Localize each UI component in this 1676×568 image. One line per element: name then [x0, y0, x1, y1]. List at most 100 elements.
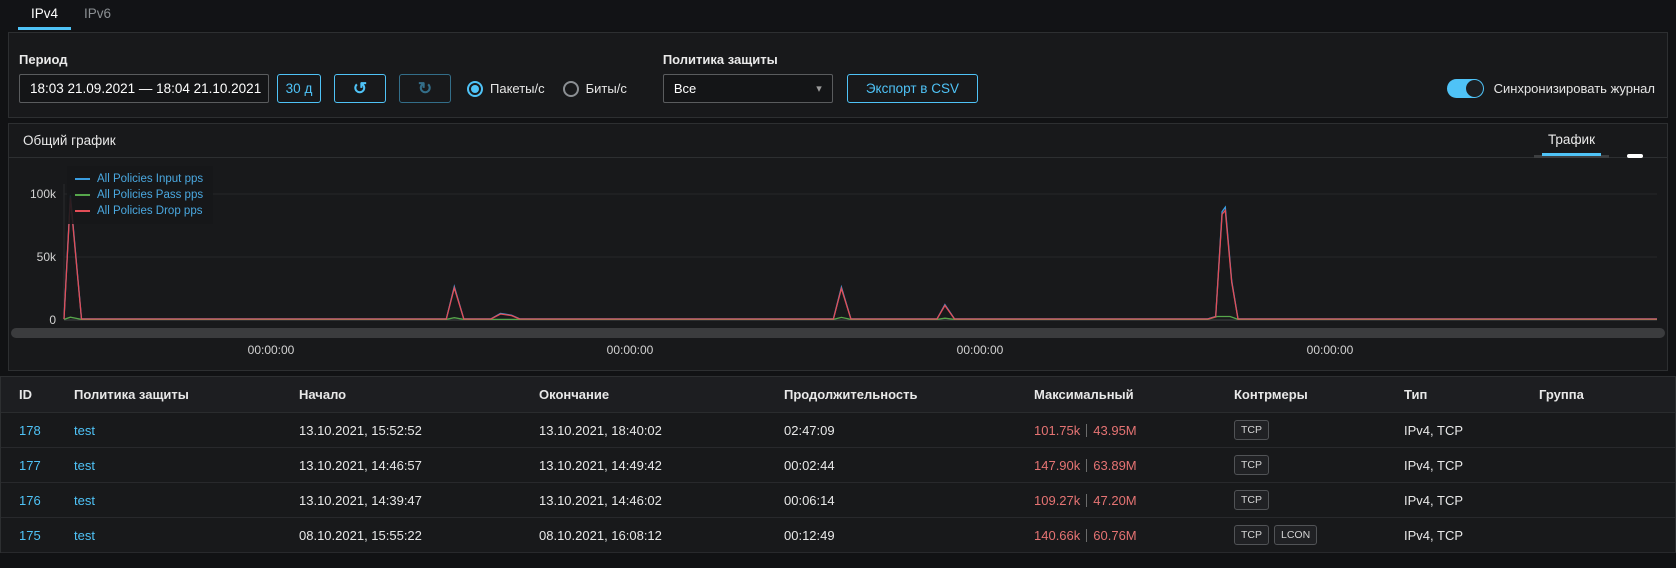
end-cell: 13.10.2021, 14:46:02: [539, 493, 784, 508]
svg-text:00:00:00: 00:00:00: [957, 343, 1004, 357]
start-cell: 13.10.2021, 14:39:47: [299, 493, 539, 508]
countermeasure-badge: TCP: [1234, 490, 1269, 510]
svg-text:00:00:00: 00:00:00: [607, 343, 654, 357]
policy-link[interactable]: test: [74, 423, 95, 438]
duration-cell: 00:12:49: [784, 528, 1034, 543]
chart-panel-header: Общий график Трафик: [9, 124, 1667, 158]
legend-item[interactable]: All Policies Pass pps: [75, 187, 203, 203]
reset-zoom-button[interactable]: ↺: [334, 74, 386, 103]
policy-select[interactable]: Все ▾: [663, 74, 833, 103]
policy-link[interactable]: test: [74, 458, 95, 473]
max-cell: 101.75k43.95M: [1034, 423, 1234, 438]
traffic-chart[interactable]: 100k50k000:00:0000:00:0000:00:0000:00:00…: [9, 158, 1667, 370]
protocol-tabbar: IPv4 IPv6: [0, 0, 1676, 30]
max-cell: 147.90k 63.89M: [1034, 458, 1234, 473]
legend-item[interactable]: All Policies Drop pps: [75, 203, 203, 219]
filter-toolbar: Период 18:03 21.09.2021 — 18:04 21.10.20…: [8, 32, 1668, 118]
table-row: 178test13.10.2021, 15:52:5213.10.2021, 1…: [1, 413, 1675, 448]
tab-ipv6[interactable]: IPv6: [71, 0, 124, 30]
export-csv-button[interactable]: Экспорт в CSV: [847, 74, 978, 103]
traffic-chart-svg: 100k50k000:00:0000:00:0000:00:0000:00:00: [9, 158, 1667, 370]
max-pps-value: 147.90k: [1034, 458, 1080, 473]
legend-series-label: All Policies Pass pps: [97, 189, 203, 201]
policy-link[interactable]: test: [74, 528, 95, 543]
chevron-down-icon: ▾: [816, 82, 822, 95]
sync-journal-label: Синхронизировать журнал: [1494, 81, 1655, 96]
column-header: Начало: [299, 387, 539, 402]
max-pps-value: 109.27k: [1034, 493, 1080, 508]
refresh-button[interactable]: ↻: [399, 74, 451, 103]
svg-text:00:00:00: 00:00:00: [248, 343, 295, 357]
radio-bits-per-sec[interactable]: Биты/с: [563, 81, 627, 97]
period-label: Период: [19, 52, 269, 67]
svg-text:50k: 50k: [37, 250, 57, 264]
sync-journal-toggle[interactable]: [1447, 79, 1484, 98]
preset-30d-button[interactable]: 30 д: [277, 74, 321, 103]
countermeasure-badge: TCP: [1234, 420, 1269, 440]
policy-field: Политика защиты Все ▾: [663, 52, 833, 103]
countermeasures-cell: TCP: [1234, 490, 1404, 510]
period-field: Период 18:03 21.09.2021 — 18:04 21.10.20…: [19, 52, 269, 103]
radio-bits-label: Биты/с: [586, 81, 627, 96]
event-id-link[interactable]: 178: [19, 423, 41, 438]
column-header: Продолжительность: [784, 387, 1034, 402]
countermeasure-badge: TCP: [1234, 455, 1269, 475]
max-separator: [1086, 424, 1087, 437]
table-row: 176 test 13.10.2021, 14:39:4713.10.2021, 1…: [1, 483, 1675, 518]
unit-radio-group: Пакеты/с Биты/с: [467, 74, 645, 103]
collapse-panel-icon[interactable]: [1627, 154, 1643, 158]
max-cell: 140.66k60.76M: [1034, 528, 1234, 543]
event-id-link[interactable]: 175: [19, 528, 41, 543]
policy-label: Политика защиты: [663, 52, 833, 67]
legend-series-label: All Policies Drop pps: [97, 205, 202, 217]
radio-unselected-icon: [563, 81, 579, 97]
toggle-knob: [1466, 80, 1483, 97]
countermeasure-badge: TCP: [1234, 525, 1269, 545]
table-row: 177 test 13.10.2021, 14:46:5713.10.2021, 1…: [1, 448, 1675, 483]
svg-text:0: 0: [49, 313, 56, 327]
column-header: Максимальный: [1034, 387, 1234, 402]
chart-tab-strip: Трафик: [1534, 124, 1609, 158]
events-table-body: 178test13.10.2021, 15:52:5213.10.2021, 1…: [1, 413, 1675, 553]
policy-link[interactable]: test: [74, 493, 95, 508]
radio-packets-label: Пакеты/с: [490, 81, 545, 96]
legend-item[interactable]: All Policies Input pps: [75, 171, 203, 187]
max-pps-value: 101.75k: [1034, 423, 1080, 438]
start-cell: 13.10.2021, 14:46:57: [299, 458, 539, 473]
tab-traffic[interactable]: Трафик: [1542, 125, 1601, 156]
period-range-input[interactable]: 18:03 21.09.2021 — 18:04 21.10.2021: [19, 74, 269, 103]
policy-selected-value: Все: [674, 81, 696, 96]
start-cell: 08.10.2021, 15:55:22: [299, 528, 539, 543]
max-separator: [1086, 529, 1087, 542]
legend-series-swatch: [75, 210, 90, 212]
column-header: Контрмеры: [1234, 387, 1404, 402]
refresh-icon: ↻: [418, 79, 432, 99]
column-header: Политика защиты: [74, 387, 299, 402]
period-range-value: 18:03 21.09.2021 — 18:04 21.10.2021: [30, 81, 261, 96]
undo-icon: ↺: [353, 79, 367, 99]
countermeasure-badge: LCON: [1274, 525, 1317, 545]
chart-panel-title: Общий график: [23, 133, 116, 148]
max-bps-value: 63.89M: [1093, 458, 1136, 473]
end-cell: 13.10.2021, 18:40:02: [539, 423, 784, 438]
event-id-link[interactable]: 177: [19, 458, 41, 473]
max-separator: [1086, 494, 1087, 507]
tab-ipv4[interactable]: IPv4: [18, 0, 71, 30]
end-cell: 08.10.2021, 16:08:12: [539, 528, 784, 543]
svg-text:100k: 100k: [30, 187, 57, 201]
event-id-link[interactable]: 176: [19, 493, 41, 508]
radio-packets-per-sec[interactable]: Пакеты/с: [467, 81, 545, 97]
max-bps-value: 47.20M: [1093, 493, 1136, 508]
table-row: 175 test 08.10.2021, 15:55:2208.10.2021, 1…: [1, 518, 1675, 553]
type-cell: IPv4, TCP: [1404, 458, 1539, 473]
countermeasures-cell: TCP: [1234, 420, 1404, 440]
table-header-row: IDПолитика защитыНачалоОкончаниеПродолжи…: [1, 377, 1675, 413]
column-header: Окончание: [539, 387, 784, 402]
duration-cell: 02:47:09: [784, 423, 1034, 438]
sync-journal-control: Синхронизировать журнал: [1447, 74, 1655, 103]
max-cell: 109.27k 47.20M: [1034, 493, 1234, 508]
column-header: Тип: [1404, 387, 1539, 402]
radio-selected-icon: [467, 81, 483, 97]
chart-tabs: Трафик: [1534, 124, 1657, 158]
end-cell: 13.10.2021, 14:49:42: [539, 458, 784, 473]
